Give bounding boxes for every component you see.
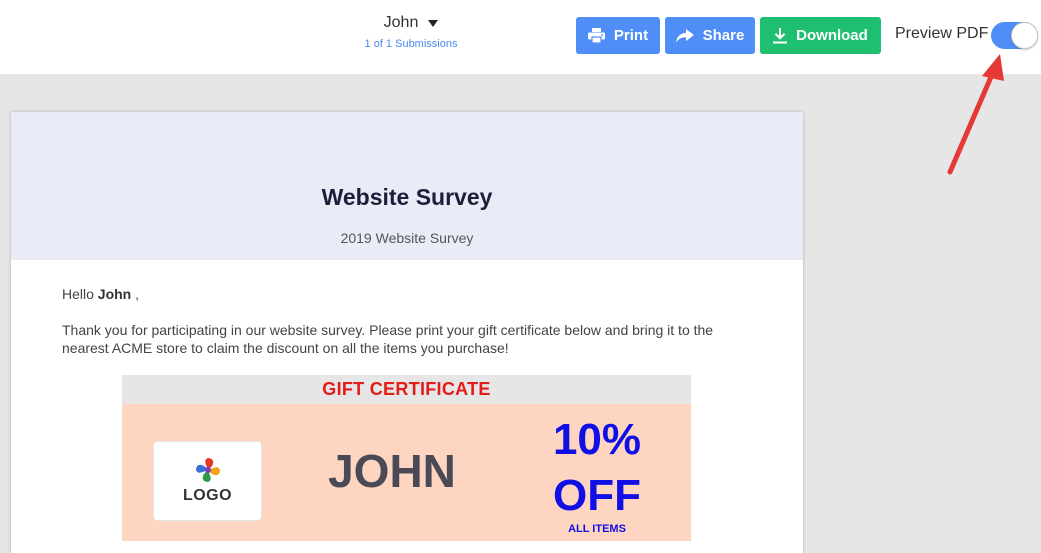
document-body: Hello John , Thank you for participating… [11, 260, 803, 357]
submission-name: John [383, 14, 419, 31]
download-button[interactable]: Download [760, 17, 881, 54]
discount-scope: ALL ITEMS [568, 523, 626, 535]
preview-pdf-label: Preview PDF [895, 25, 989, 42]
caret-down-icon [428, 19, 439, 27]
download-icon [773, 27, 788, 44]
document-preview: Website Survey 2019 Website Survey Hello… [11, 112, 803, 553]
greeting-prefix: Hello [62, 286, 98, 302]
document-header: Website Survey 2019 Website Survey [11, 112, 803, 260]
download-label: Download [796, 27, 868, 44]
document-title: Website Survey [321, 184, 493, 210]
gift-certificate: GIFT CERTIFICATE LOGO JOHN 10% OFF ALL I… [122, 375, 691, 541]
discount-off: OFF [553, 471, 641, 520]
share-button[interactable]: Share [665, 17, 755, 54]
discount-percent: 10% [552, 415, 642, 464]
submission-count: 1 of 1 Submissions [364, 38, 458, 50]
submission-dropdown[interactable]: John [384, 14, 439, 32]
submission-selector: John 1 of 1 Submissions [355, 14, 467, 50]
printer-icon [587, 28, 605, 43]
toggle-knob [1011, 22, 1038, 49]
print-label: Print [613, 27, 649, 44]
top-toolbar: John 1 of 1 Submissions Print Share Down… [0, 0, 1041, 74]
recipient-name: JOHN [328, 445, 456, 497]
certificate-heading: GIFT CERTIFICATE [122, 375, 691, 404]
share-arrow-icon [675, 28, 694, 43]
greeting-suffix: , [131, 286, 140, 302]
logo-mark-icon [194, 456, 222, 484]
certificate-body: LOGO JOHN 10% OFF ALL ITEMS [122, 404, 691, 541]
share-label: Share [702, 27, 745, 44]
thank-you-message: Thank you for participating in our websi… [62, 322, 714, 356]
logo-box: LOGO [153, 441, 262, 521]
document-subtitle: 2019 Website Survey [340, 230, 474, 246]
preview-pdf-toggle[interactable] [991, 22, 1038, 49]
greeting-name: John [97, 286, 132, 302]
annotation-arrow-icon [947, 54, 1004, 175]
greeting: Hello John , [62, 286, 752, 302]
print-button[interactable]: Print [576, 17, 660, 54]
logo-text: LOGO [182, 487, 233, 504]
